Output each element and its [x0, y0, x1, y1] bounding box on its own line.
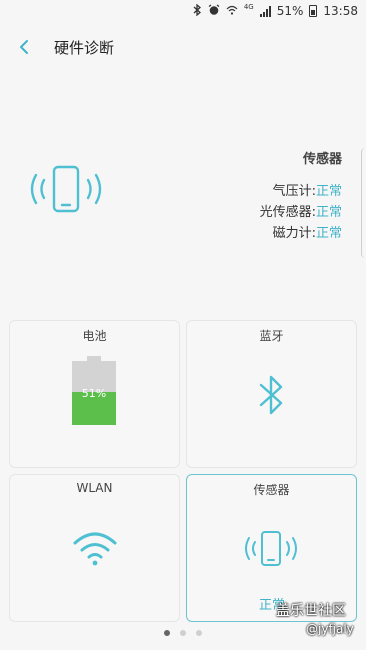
page-title: 硬件诊断: [54, 39, 115, 57]
battery-icon: 51%: [72, 361, 116, 425]
barometer-label: 气压计:: [272, 184, 316, 199]
battery-status-icon: [309, 5, 318, 17]
clock: 13:58: [323, 4, 358, 18]
phone-vibrate-icon: [28, 160, 108, 224]
light-sensor-status: 正常: [315, 205, 342, 220]
sensor-details: 传感器 气压计:正常 光传感器:正常 磁力计:正常: [260, 148, 342, 244]
scroll-indicator: [361, 148, 366, 258]
phone-vibrate-icon: [243, 527, 301, 575]
bluetooth-card[interactable]: 蓝牙: [186, 320, 357, 468]
magnetometer-row: 磁力计:正常: [260, 223, 342, 244]
light-sensor-row: 光传感器:正常: [260, 202, 342, 223]
light-sensor-label: 光传感器:: [259, 205, 316, 220]
bluetooth-status-icon: [193, 3, 202, 19]
network-type: 4G: [243, 3, 254, 11]
magnetometer-label: 磁力计:: [272, 226, 316, 241]
wlan-card-label: WLAN: [76, 481, 113, 495]
page-dot[interactable]: [180, 630, 186, 636]
wlan-card[interactable]: WLAN: [9, 474, 180, 622]
barometer-status: 正常: [315, 184, 342, 199]
battery-card[interactable]: 电池 51%: [9, 320, 180, 468]
watermark-handle: @jyfjaly: [306, 622, 354, 636]
battery-level-text: 51%: [81, 387, 107, 400]
battery-percent: 51%: [276, 4, 304, 18]
page-dot[interactable]: [164, 630, 170, 636]
bluetooth-card-label: 蓝牙: [259, 329, 284, 343]
bluetooth-icon: [257, 373, 287, 421]
signal-icon: [259, 5, 271, 17]
sensor-card-label: 传感器: [253, 483, 290, 497]
status-bar: 4G 51% 13:58: [0, 0, 366, 22]
back-button[interactable]: [14, 36, 34, 58]
magnetometer-status: 正常: [315, 226, 342, 241]
wifi-status-icon: [226, 5, 238, 18]
chevron-left-icon: [20, 40, 28, 54]
page-dot[interactable]: [196, 630, 202, 636]
sensor-hero: 传感器 气压计:正常 光传感器:正常 磁力计:正常: [0, 130, 366, 260]
battery-card-label: 电池: [82, 329, 107, 343]
watermark-title: 盖乐世社区: [276, 603, 346, 619]
barometer-row: 气压计:正常: [260, 181, 342, 202]
wifi-icon: [72, 531, 118, 571]
app-header: 硬件诊断: [0, 22, 366, 72]
sensor-title: 传感器: [302, 152, 342, 167]
alarm-icon: [208, 3, 220, 19]
